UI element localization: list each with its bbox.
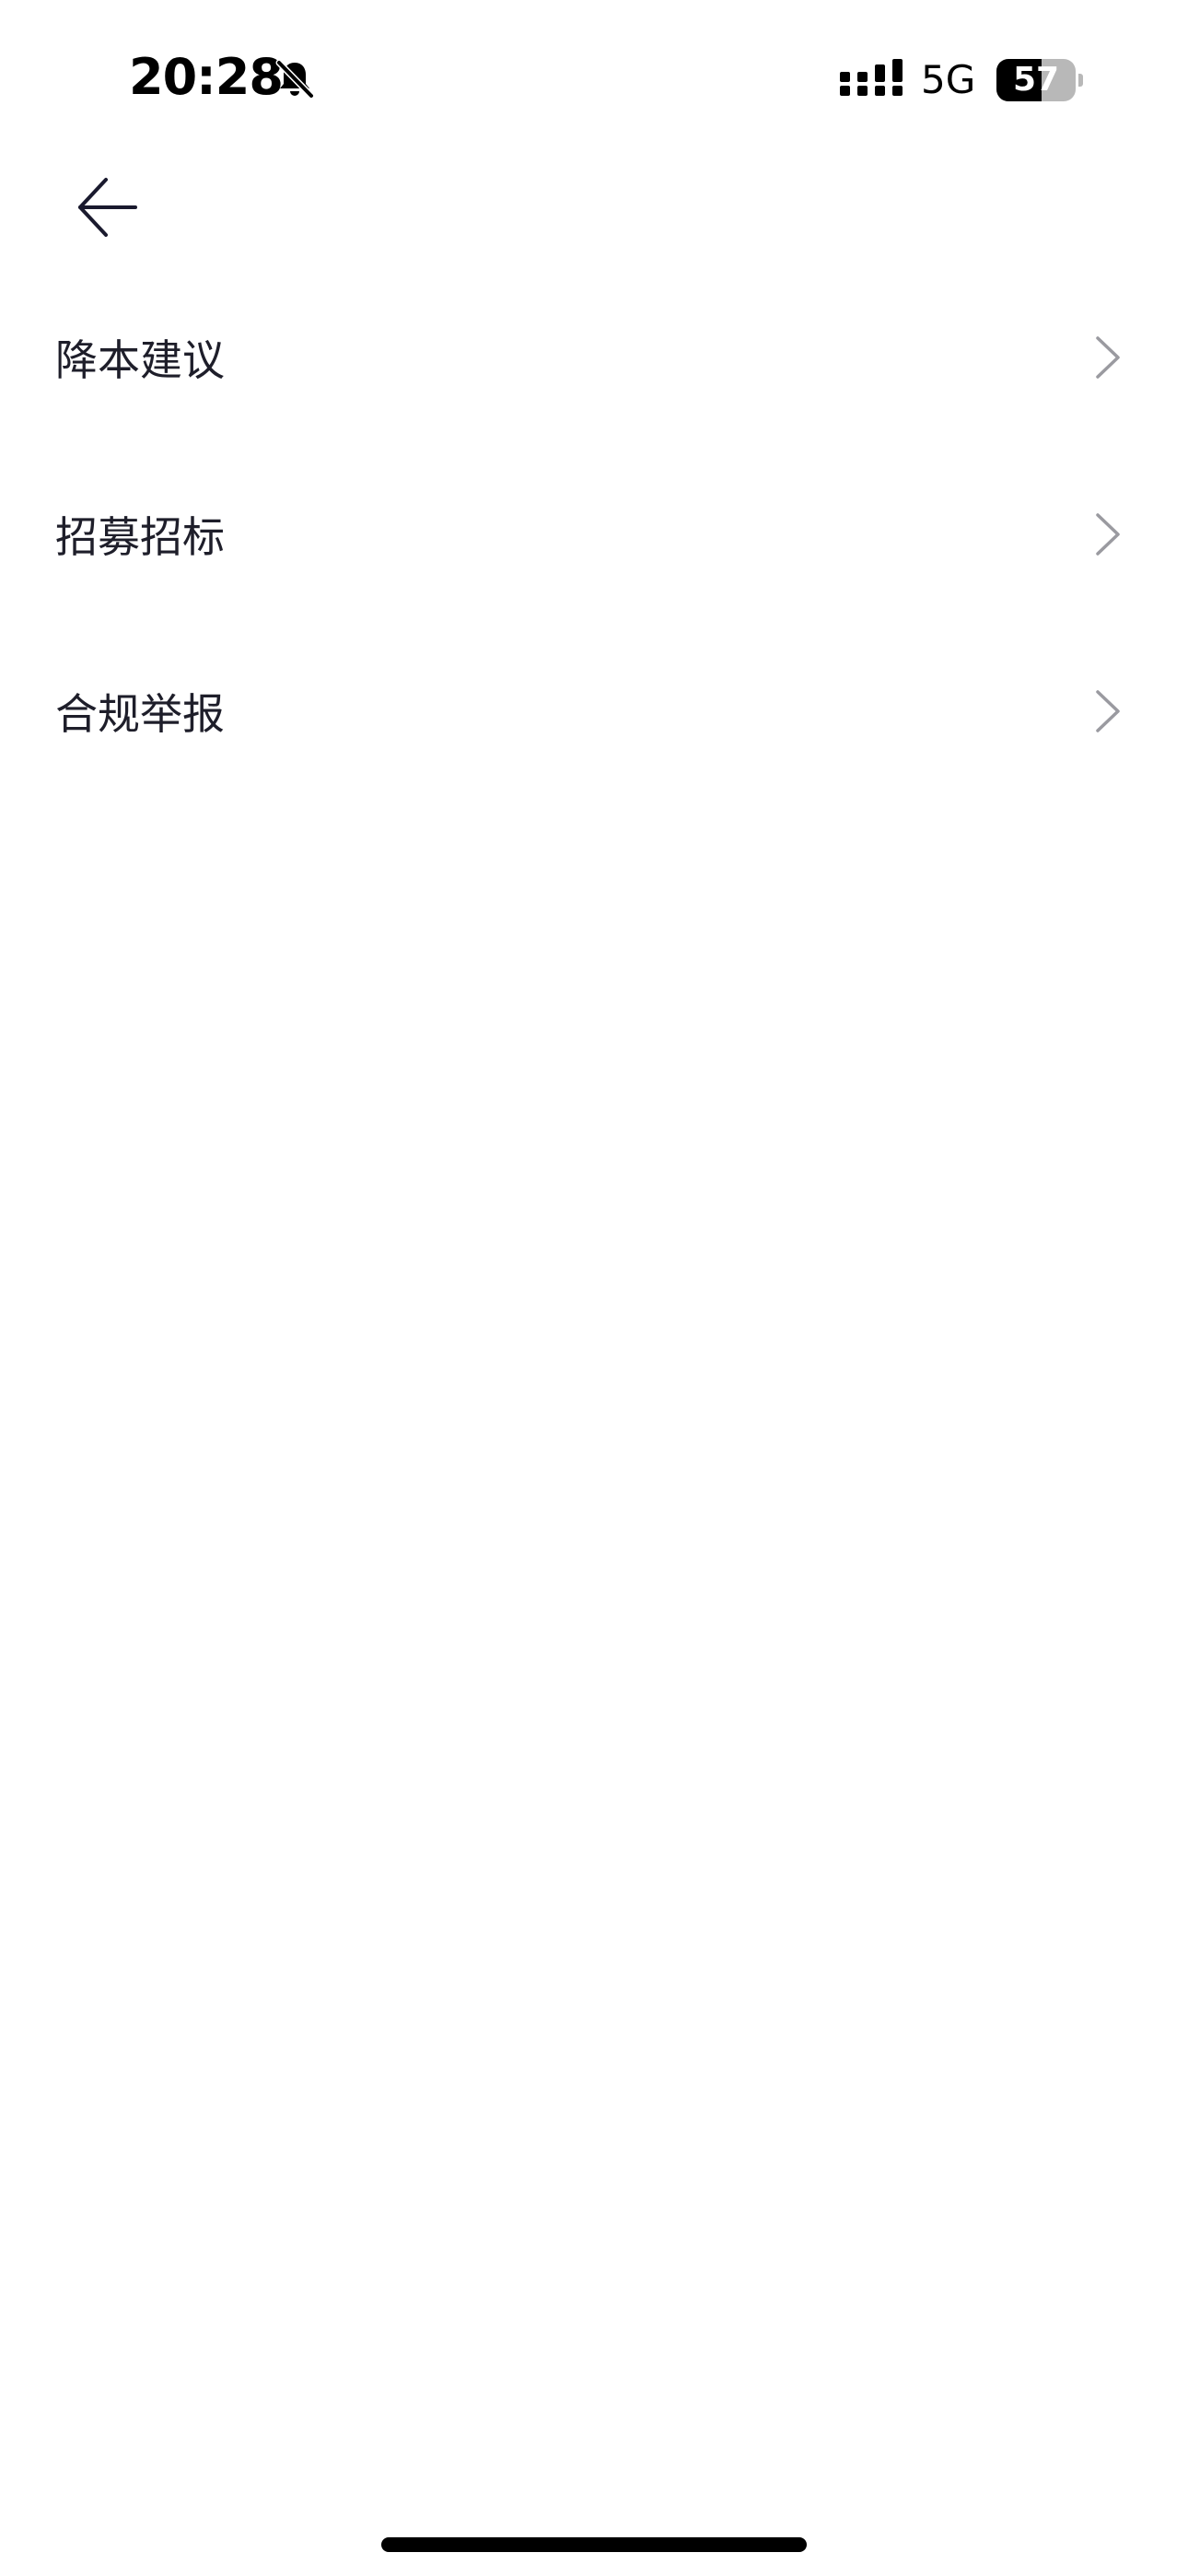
battery-indicator: 57 [996, 59, 1085, 101]
menu-item-label: 招募招标 [55, 512, 225, 562]
status-bar: 20:28 5G 57 [0, 0, 1188, 157]
back-button[interactable] [66, 166, 149, 249]
menu-item-label: 合规举报 [55, 689, 225, 739]
menu-item-cost-reduction[interactable]: 降本建议 [0, 269, 1188, 446]
menu-list: 降本建议 招募招标 合规举报 [0, 269, 1188, 800]
home-indicator[interactable] [381, 2537, 807, 2552]
chevron-right-icon [1096, 336, 1120, 379]
cellular-signal-icon [840, 59, 903, 96]
arrow-left-icon [78, 178, 137, 237]
status-time: 20:28 [129, 48, 284, 106]
menu-item-compliance-report[interactable]: 合规举报 [0, 623, 1188, 800]
battery-level: 57 [1012, 61, 1060, 99]
menu-item-label: 降本建议 [55, 335, 225, 385]
menu-item-recruitment-bidding[interactable]: 招募招标 [0, 446, 1188, 623]
chevron-right-icon [1096, 690, 1120, 732]
chevron-right-icon [1096, 513, 1120, 556]
bell-slash-icon [275, 59, 315, 100]
network-type: 5G [921, 57, 976, 102]
